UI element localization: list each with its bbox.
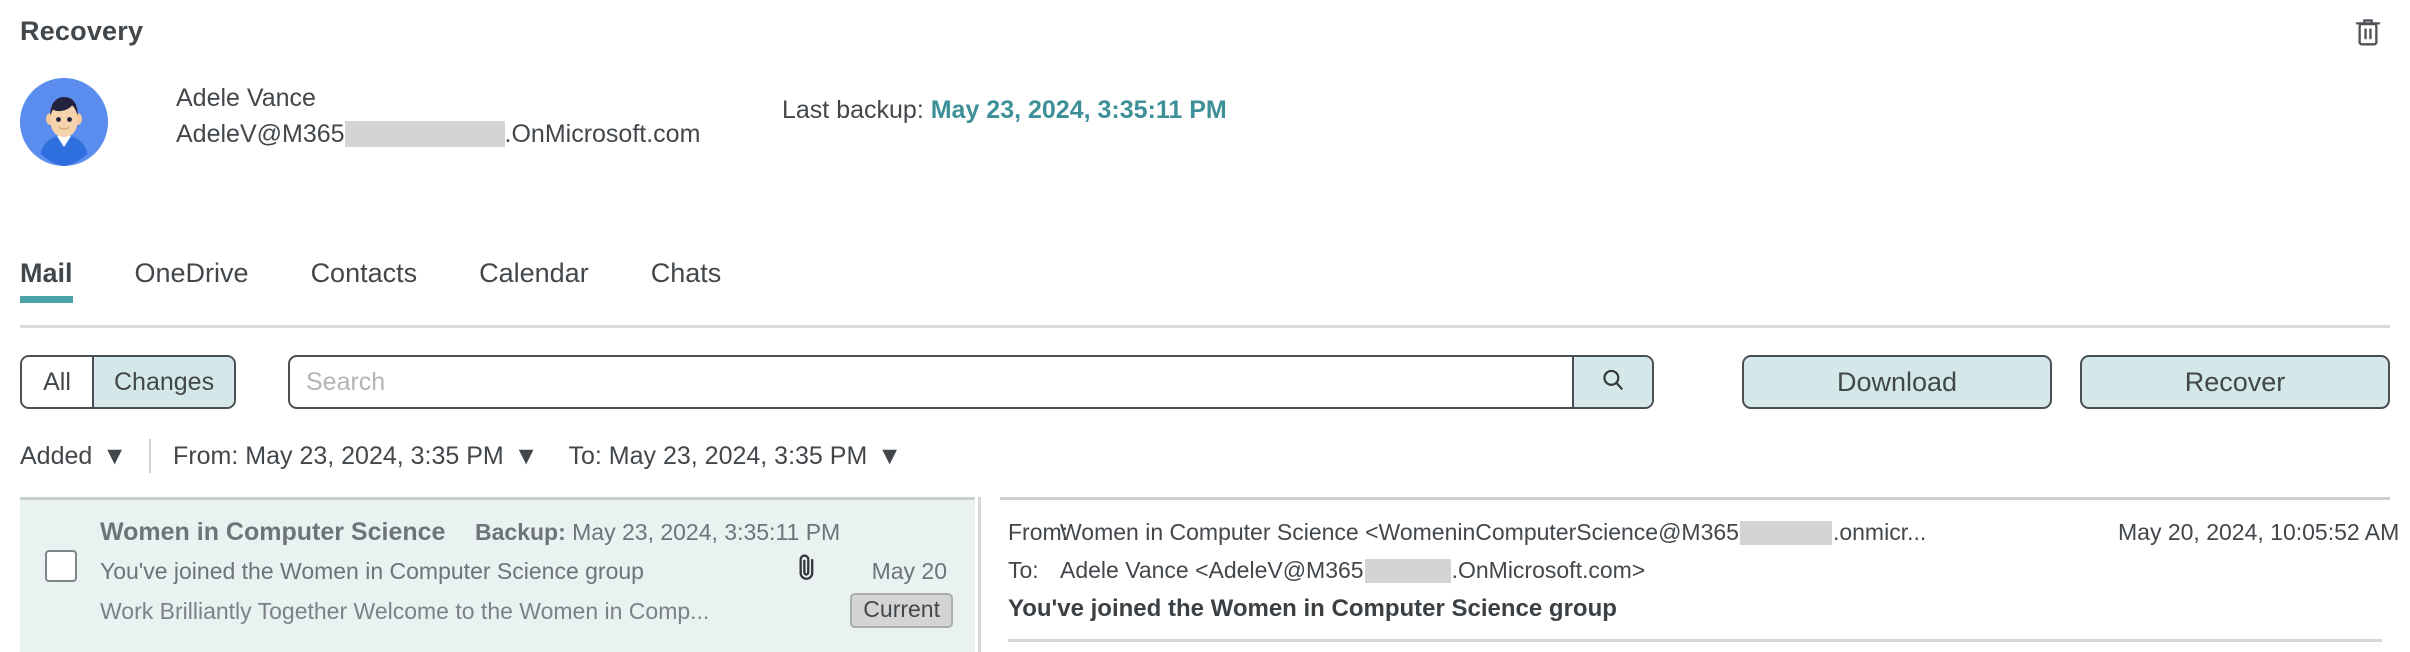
chevron-down-icon: ▼ xyxy=(102,441,128,470)
detail-subject: You've joined the Women in Computer Scie… xyxy=(1008,595,1617,622)
tab-onedrive[interactable]: OneDrive xyxy=(135,258,249,303)
last-backup-value: May 23, 2024, 3:35:11 PM xyxy=(930,96,1227,124)
filter-added-dropdown[interactable]: Added ▼ xyxy=(20,442,127,471)
tab-chats[interactable]: Chats xyxy=(651,258,722,303)
search-icon xyxy=(1600,367,1626,398)
tab-calendar[interactable]: Calendar xyxy=(479,258,589,303)
detail-from-prefix: Women in Computer Science <WomeninComput… xyxy=(1060,519,1739,545)
search-bar xyxy=(288,355,1654,409)
row-backup: Backup: May 23, 2024, 3:35:11 PM xyxy=(475,519,840,546)
filter-added-label: Added xyxy=(20,441,93,470)
filter-row: Added ▼ From: May 23, 2024, 3:35 PM ▼ To… xyxy=(20,437,902,475)
detail-from-label: From: xyxy=(1008,519,1069,545)
tab-bar: Mail OneDrive Contacts Calendar Chats xyxy=(20,258,783,303)
user-email: AdeleV@M365 .OnMicrosoft.com xyxy=(176,116,700,152)
row-sender: Women in Computer Science xyxy=(100,518,446,546)
row-checkbox[interactable] xyxy=(45,550,77,582)
message-detail: From: Women in Computer Science <WomeninC… xyxy=(1000,497,2399,652)
detail-top-border xyxy=(1000,497,2390,500)
message-list: Women in Computer Science Backup: May 23… xyxy=(20,497,975,652)
recover-button[interactable]: Recover xyxy=(2080,355,2390,409)
recovery-page: Recovery Adele Vance AdeleV@M365 .OnMicr… xyxy=(0,0,2410,652)
page-title: Recovery xyxy=(20,16,144,46)
tab-mail[interactable]: Mail xyxy=(20,258,73,303)
redacted-tenant-block xyxy=(1364,558,1451,583)
user-email-prefix: AdeleV@M365 xyxy=(176,120,345,148)
filter-from-label: From: May 23, 2024, 3:35 PM xyxy=(173,441,504,470)
last-backup-label: Last backup: xyxy=(782,96,924,124)
detail-to: To: Adele Vance <AdeleV@M365 .OnMicrosoft.… xyxy=(1008,557,1645,584)
row-backup-value: May 23, 2024, 3:35:11 PM xyxy=(572,519,841,545)
tab-contacts[interactable]: Contacts xyxy=(311,258,418,303)
row-subject: You've joined the Women in Computer Scie… xyxy=(100,558,644,584)
last-backup: Last backup: May 23, 2024, 3:35:11 PM xyxy=(782,96,1227,125)
search-button[interactable] xyxy=(1572,357,1652,407)
redacted-tenant-block xyxy=(1739,520,1832,545)
search-input[interactable] xyxy=(290,357,1572,407)
user-name: Adele Vance xyxy=(176,84,316,112)
row-preview: Work Brilliantly Together Welcome to the… xyxy=(100,598,710,624)
row-backup-label: Backup: xyxy=(475,519,566,545)
toolbar: All Changes Download Recover xyxy=(0,355,2410,409)
detail-from-suffix: .onmicr... xyxy=(1832,519,1927,545)
detail-to-label: To: xyxy=(1008,557,1039,583)
redacted-tenant-block xyxy=(344,121,505,147)
filter-segment-control: All Changes xyxy=(20,355,237,409)
detail-to-prefix: Adele Vance <AdeleV@M365 xyxy=(1060,557,1364,583)
row-date: May 20 xyxy=(871,558,947,584)
filter-divider xyxy=(149,439,152,473)
segment-changes[interactable]: Changes xyxy=(94,357,235,407)
filter-from-dropdown[interactable]: From: May 23, 2024, 3:35 PM ▼ xyxy=(173,442,538,471)
chevron-down-icon: ▼ xyxy=(513,441,539,470)
user-avatar-icon xyxy=(20,78,108,166)
trash-icon xyxy=(2353,16,2383,53)
paperclip-icon xyxy=(795,552,819,587)
user-email-suffix: .OnMicrosoft.com xyxy=(504,120,701,148)
row-version-badge[interactable]: Current xyxy=(850,593,953,628)
filter-to-label: To: May 23, 2024, 3:35 PM xyxy=(568,441,868,470)
tab-divider xyxy=(20,325,2390,328)
pane-divider xyxy=(978,497,981,652)
detail-body-divider xyxy=(1008,639,2382,642)
delete-backup-button[interactable] xyxy=(2346,12,2390,56)
segment-all[interactable]: All xyxy=(22,357,92,407)
detail-to-suffix: .OnMicrosoft.com> xyxy=(1451,557,1646,583)
avatar xyxy=(20,78,108,166)
detail-from: From: Women in Computer Science <WomeninC… xyxy=(1008,519,1926,546)
download-button[interactable]: Download xyxy=(1742,355,2052,409)
chevron-down-icon: ▼ xyxy=(877,441,903,470)
detail-date: May 20, 2024, 10:05:52 AM xyxy=(2118,519,2400,545)
list-item[interactable]: Women in Computer Science Backup: May 23… xyxy=(20,500,975,652)
filter-to-dropdown[interactable]: To: May 23, 2024, 3:35 PM ▼ xyxy=(569,442,903,471)
